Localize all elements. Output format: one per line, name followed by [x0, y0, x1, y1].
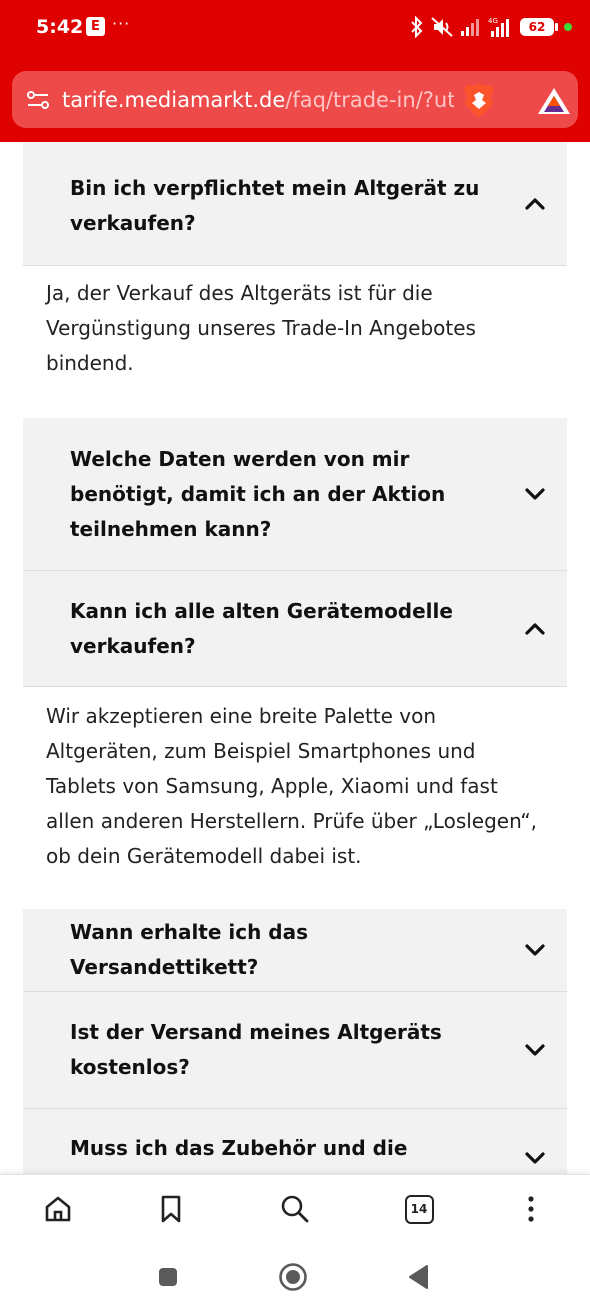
home-icon — [45, 1196, 71, 1222]
more-vertical-icon — [528, 1196, 534, 1222]
back-button[interactable] — [404, 1262, 434, 1292]
browser-top-chrome: 5:42 E ··· 4G 62 tarife.mediamarkt.de/fa… — [0, 0, 590, 142]
tabs-button[interactable]: 14 — [403, 1193, 435, 1225]
faq-answer-3: Wir akzeptieren eine breite Palette von … — [23, 687, 567, 909]
faq-question-text: Welche Daten werden von mir benötigt, da… — [70, 446, 446, 541]
faq-question-2[interactable]: Welche Daten werden von mir benötigt, da… — [23, 418, 567, 571]
faq-answer-text: Ja, der Verkauf des Altgeräts ist für di… — [46, 281, 476, 375]
chevron-down-icon[interactable] — [524, 943, 546, 957]
home-circle-icon — [279, 1263, 307, 1291]
chevron-up-icon[interactable] — [524, 197, 546, 211]
back-triangle-icon — [409, 1265, 428, 1289]
faq-question-4[interactable]: Wann erhalte ich das Versandettikett? — [23, 909, 567, 992]
browser-bottom-toolbar: 14 — [0, 1174, 590, 1244]
faq-answer-1: Ja, der Verkauf des Altgeräts ist für di… — [23, 266, 567, 418]
search-icon — [281, 1195, 309, 1223]
faq-list: Bin ich verpflichtet mein Altgerät zu ve… — [23, 142, 567, 1174]
battery-icon: 62 — [520, 18, 558, 36]
faq-question-3[interactable]: Kann ich alle alten Gerätemodelle verkau… — [23, 571, 567, 687]
faq-question-text: Kann ich alle alten Gerätemodelle verkau… — [70, 598, 453, 658]
home-nav-button[interactable] — [278, 1262, 308, 1292]
svg-text:4G: 4G — [488, 17, 498, 25]
page-content: Bin ich verpflichtet mein Altgerät zu ve… — [0, 142, 590, 1174]
url-domain: tarife.mediamarkt.de — [62, 88, 286, 112]
faq-answer-text: Wir akzeptieren eine breite Palette von … — [46, 704, 538, 868]
more-notifications-icon: ··· — [112, 14, 131, 33]
faq-question-5[interactable]: Ist der Versand meines Altgeräts kostenl… — [23, 992, 567, 1109]
signal-icon — [461, 19, 479, 36]
signal-4g-icon: 4G — [488, 17, 509, 37]
notification-badge-icon: E — [86, 17, 105, 36]
url-bar[interactable]: tarife.mediamarkt.de/faq/trade-in/?ut — [12, 71, 578, 128]
search-button[interactable] — [279, 1193, 311, 1225]
charging-dot-icon — [564, 23, 572, 31]
url-text[interactable]: tarife.mediamarkt.de/faq/trade-in/?ut — [62, 87, 454, 113]
site-settings-icon[interactable] — [26, 88, 50, 112]
faq-question-text: Wann erhalte ich das Versandettikett? — [70, 920, 309, 979]
tab-count-icon: 14 — [404, 1194, 434, 1224]
recents-button[interactable] — [153, 1262, 183, 1292]
url-path: /faq/trade-in/?ut — [285, 88, 454, 112]
chevron-down-icon[interactable] — [524, 1043, 546, 1057]
faq-question-text: Muss ich das Zubehör und die — [70, 1136, 408, 1160]
bookmark-icon — [161, 1195, 181, 1223]
status-icons: 4G 62 — [410, 14, 572, 40]
bookmark-button[interactable] — [155, 1193, 187, 1225]
recents-square-icon — [159, 1268, 177, 1286]
faq-question-6[interactable]: Muss ich das Zubehör und die — [23, 1109, 567, 1174]
brave-shields-icon[interactable] — [462, 82, 496, 118]
chevron-down-icon[interactable] — [524, 487, 546, 501]
chevron-up-icon[interactable] — [524, 622, 546, 636]
status-bar: 5:42 E ··· 4G 62 — [0, 0, 590, 58]
mute-icon — [431, 17, 453, 37]
brave-rewards-icon[interactable] — [536, 86, 572, 116]
chevron-down-icon[interactable] — [524, 1151, 546, 1165]
system-nav-bar — [0, 1244, 590, 1311]
home-button[interactable] — [42, 1193, 74, 1225]
faq-question-text: Ist der Versand meines Altgeräts kostenl… — [70, 1020, 442, 1079]
menu-button[interactable] — [515, 1193, 547, 1225]
status-time: 5:42 — [36, 16, 84, 38]
bluetooth-icon — [411, 16, 423, 38]
faq-question-1[interactable]: Bin ich verpflichtet mein Altgerät zu ve… — [23, 142, 567, 266]
faq-question-text: Bin ich verpflichtet mein Altgerät zu ve… — [70, 175, 480, 235]
